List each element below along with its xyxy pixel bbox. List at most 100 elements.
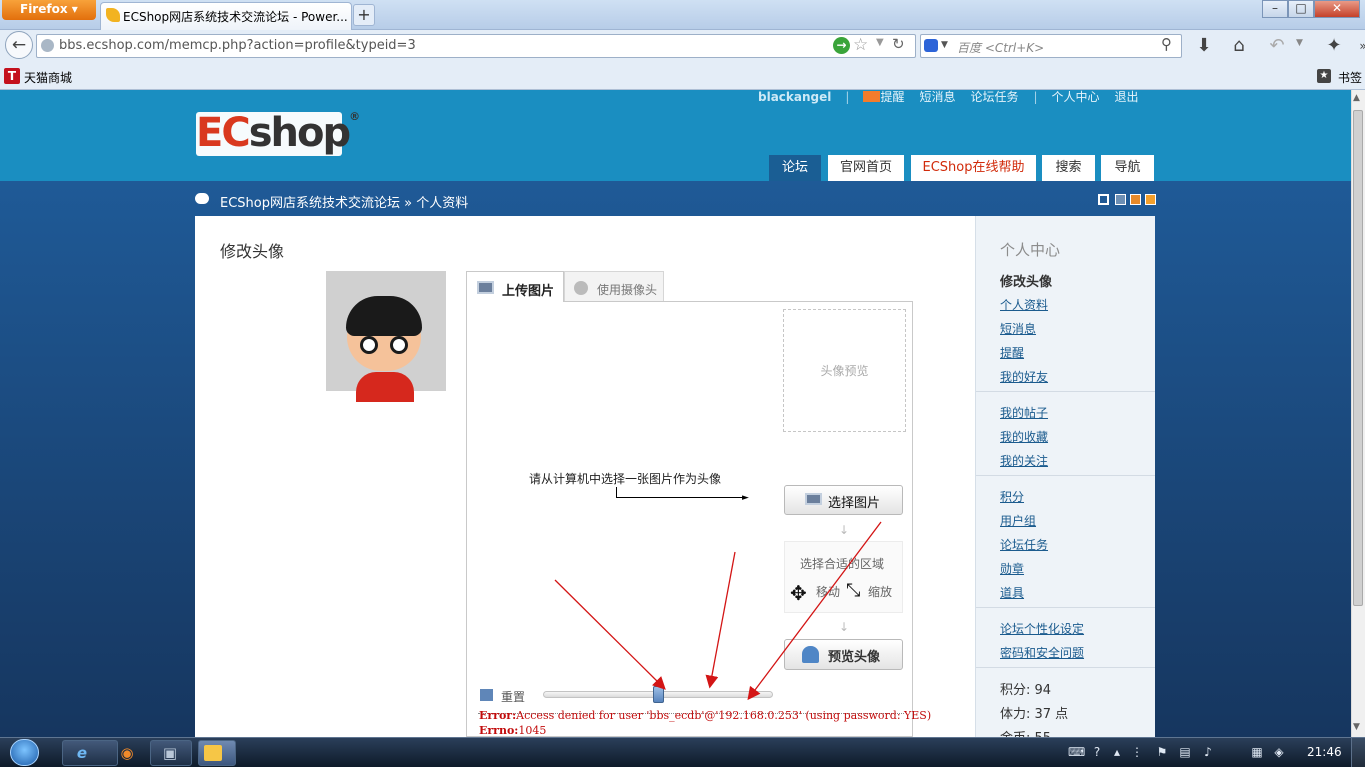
select-area-title: 选择合适的区域: [800, 557, 885, 571]
sidebar-current-item: 修改头像: [1000, 275, 1053, 290]
stat-stamina: 体力: 37 点: [1000, 707, 1069, 722]
back-button[interactable]: ←: [5, 31, 33, 59]
network-icon[interactable]: ▤: [1178, 745, 1192, 759]
mail-icon: [863, 91, 881, 102]
scrollbar-thumb[interactable]: [1353, 110, 1363, 606]
search-placeholder: 百度 <Ctrl+K>: [957, 41, 1045, 55]
step-arrow-down-icon: ↓: [839, 523, 850, 537]
window-close-button[interactable]: ✕: [1314, 0, 1360, 18]
addon-icon[interactable]: ✦: [1320, 34, 1348, 58]
sidebar-item-profile[interactable]: 个人资料: [1000, 296, 1048, 313]
keyboard-icon[interactable]: ⌨: [1068, 745, 1085, 759]
bookmarks-star-icon: ★: [1317, 69, 1331, 83]
reload-icon[interactable]: ↻: [892, 35, 905, 53]
topnav-tasks[interactable]: 论坛任务: [970, 90, 1018, 104]
window-maximize-button[interactable]: □: [1288, 0, 1314, 18]
sidebar-divider: [976, 475, 1155, 476]
reset-icon[interactable]: [480, 689, 493, 701]
search-icon[interactable]: ⚲: [1161, 35, 1172, 53]
scroll-down-icon[interactable]: ▼: [1353, 722, 1360, 732]
download-icon[interactable]: ⬇: [1190, 34, 1218, 58]
url-history-dropdown-icon[interactable]: ▼: [876, 37, 884, 48]
site-identity-icon[interactable]: [41, 39, 54, 52]
firefox-icon: ◉: [120, 744, 134, 762]
sidebar-item-friends[interactable]: 我的好友: [1000, 368, 1048, 385]
sync-icon[interactable]: ↶: [1263, 34, 1291, 58]
avatar-eye: [360, 336, 378, 354]
home-icon[interactable]: ⌂: [1225, 34, 1253, 58]
window-minimize-button[interactable]: –: [1262, 0, 1288, 18]
browser-tab[interactable]: ECShop网店系统技术交流论坛 - Power...: [100, 2, 352, 30]
breadcrumb[interactable]: ECShop网店系统技术交流论坛 » 个人资料: [220, 192, 468, 211]
tray-expand-icon[interactable]: ▴: [1110, 745, 1124, 759]
bookmark-tmall[interactable]: 天猫商城: [24, 69, 72, 86]
show-desktop-button[interactable]: [1351, 738, 1365, 767]
search-input[interactable]: 百度 <Ctrl+K>: [920, 34, 1182, 58]
style-switch-yellow[interactable]: [1145, 194, 1156, 205]
instruction-arrow-line: [624, 497, 744, 498]
style-switch-white[interactable]: [1098, 194, 1109, 205]
tab-navigation[interactable]: 导航: [1101, 155, 1154, 181]
security-shield-icon[interactable]: ◈: [1272, 745, 1286, 759]
sidebar-item-favorites[interactable]: 我的收藏: [1000, 428, 1048, 445]
monitor-icon: [805, 493, 822, 505]
tab-official-home[interactable]: 官网首页: [828, 155, 904, 181]
topnav-separator: |: [845, 90, 850, 104]
firefox-menu-label: Firefox: [20, 2, 68, 16]
sidebar-item-posts[interactable]: 我的帖子: [1000, 404, 1048, 421]
go-icon[interactable]: →: [833, 37, 850, 54]
topnav-reminders[interactable]: 提醒: [880, 90, 904, 104]
folder-icon: [204, 745, 222, 761]
tab-online-help[interactable]: ECShop在线帮助: [911, 155, 1036, 181]
tab-title: ECShop网店系统技术交流论坛 - Power...: [123, 10, 348, 24]
action-center-flag-icon[interactable]: ⚑: [1155, 745, 1169, 759]
bookmarks-toolbar: [0, 62, 1365, 90]
sidebar-item-messages[interactable]: 短消息: [1000, 320, 1036, 337]
sidebar-item-reminders[interactable]: 提醒: [1000, 344, 1024, 361]
windows-start-icon[interactable]: [10, 739, 39, 766]
tray-item-icon[interactable]: ⋮: [1130, 745, 1144, 759]
bookmark-star-icon[interactable]: ☆: [853, 35, 868, 55]
ecshop-logo[interactable]: ECshop®: [196, 110, 360, 156]
choose-image-button[interactable]: 选择图片: [784, 485, 903, 515]
sidebar-item-follows[interactable]: 我的关注: [1000, 452, 1048, 469]
firefox-menu-button[interactable]: Firefox ▾: [2, 0, 96, 20]
sidebar-item-tasks[interactable]: 论坛任务: [1000, 536, 1048, 553]
sidebar-item-props[interactable]: 道具: [1000, 584, 1024, 601]
username-link[interactable]: blackangel: [758, 90, 831, 104]
sidebar-divider: [976, 607, 1155, 608]
sidebar-item-credits[interactable]: 积分: [1000, 488, 1024, 505]
avatar-shirt: [356, 372, 414, 402]
volume-icon[interactable]: ♪: [1201, 745, 1215, 759]
resize-icon: ⤡: [846, 580, 861, 601]
url-bar[interactable]: bbs.ecshop.com/memcp.php?action=profile&…: [36, 34, 916, 58]
zoom-slider-thumb[interactable]: [653, 686, 664, 703]
sidebar-item-security[interactable]: 密码和安全问题: [1000, 644, 1084, 661]
reset-link[interactable]: 重置: [501, 688, 525, 705]
style-switch-orange[interactable]: [1130, 194, 1141, 205]
topnav-usercenter[interactable]: 个人中心: [1052, 90, 1100, 104]
sidebar-item-personalize[interactable]: 论坛个性化设定: [1000, 620, 1084, 637]
tab-forum[interactable]: 论坛: [769, 155, 821, 181]
topnav-logout[interactable]: 退出: [1115, 90, 1139, 104]
sidebar-item-medals[interactable]: 勋章: [1000, 560, 1024, 577]
baidu-engine-icon[interactable]: [924, 39, 938, 52]
virtualbox-icon: ▣: [162, 744, 178, 762]
error-label: Error:: [479, 709, 517, 722]
taskbar-clock[interactable]: 21:46: [1307, 745, 1342, 759]
overflow-chevron-icon[interactable]: »: [1349, 34, 1365, 58]
bookmarks-menu[interactable]: 书签: [1338, 69, 1362, 86]
style-switch-blue[interactable]: [1115, 194, 1126, 205]
tab-search[interactable]: 搜索: [1042, 155, 1095, 181]
clipboard-icon[interactable]: ▦: [1250, 745, 1264, 759]
new-tab-button[interactable]: +: [353, 4, 375, 26]
search-engine-dropdown-icon[interactable]: ▼: [941, 40, 948, 50]
scroll-up-icon[interactable]: ▲: [1353, 93, 1360, 103]
tab-favicon-icon: [106, 8, 120, 22]
sidebar-title: 个人中心: [1000, 241, 1061, 259]
help-icon[interactable]: ?: [1090, 745, 1104, 759]
sidebar-item-usergroup[interactable]: 用户组: [1000, 512, 1036, 529]
sync-dropdown-icon[interactable]: ▼: [1296, 38, 1303, 48]
arrow-right-icon: ►: [742, 493, 749, 503]
topnav-messages[interactable]: 短消息: [919, 90, 955, 104]
